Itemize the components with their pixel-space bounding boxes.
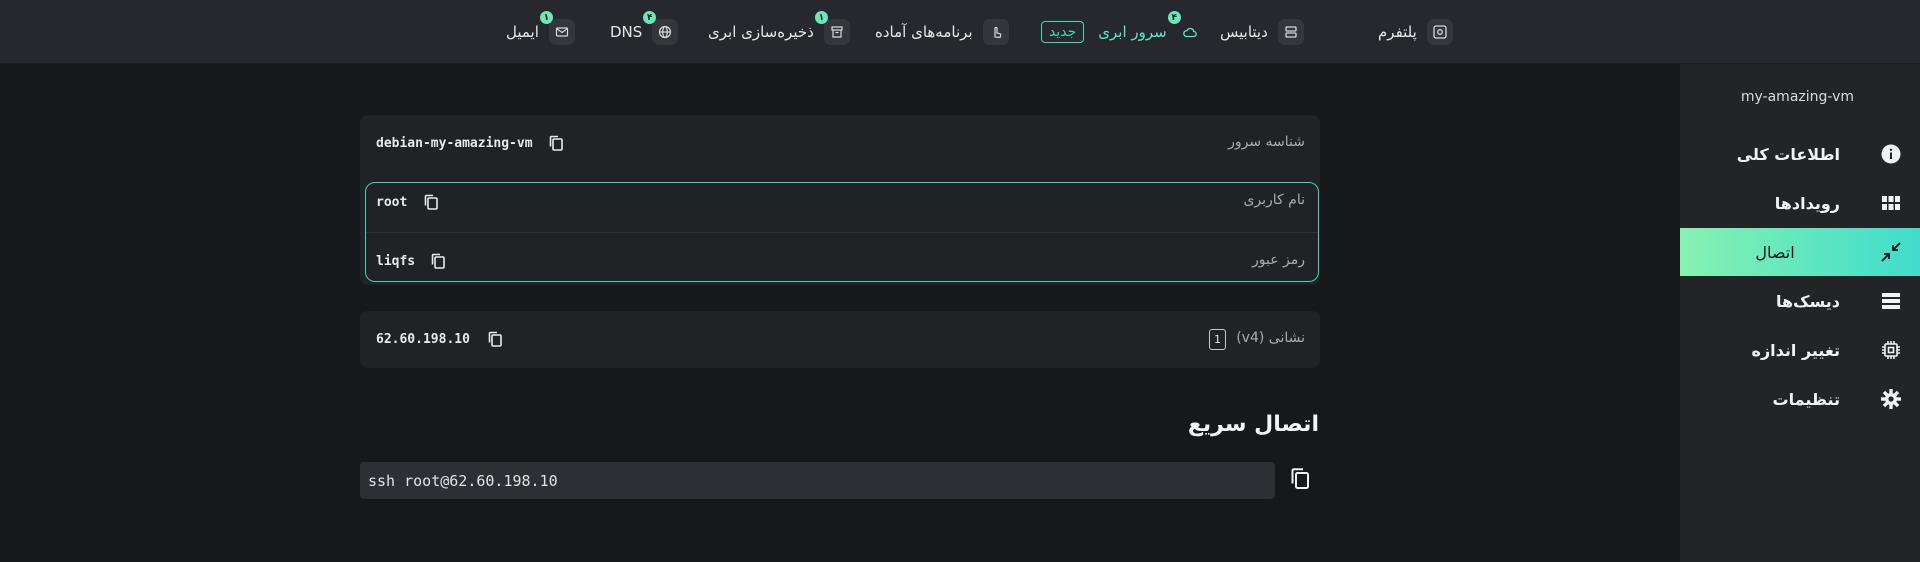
sidebar-item-disks[interactable]: دیسک‌ها [1680,277,1920,325]
nav-label: سرور ابری [1098,23,1167,41]
copy-ip-icon[interactable] [486,330,504,348]
sidebar-item-connection[interactable]: اتصال [1680,228,1920,276]
database-icon [1277,19,1304,45]
info-icon [1880,143,1902,165]
chip-icon [1880,339,1902,361]
nav-item-cloud-storage[interactable]: ۱ ذخیره‌سازی ابری [708,0,850,64]
new-tag: جدید [1041,21,1085,43]
nav-badge: ۴ [643,11,657,24]
nav-badge: ۴ [1167,11,1181,24]
nav-item-email[interactable]: ۱ ایمیل [506,0,575,64]
nav-label: ذخیره‌سازی ابری [708,23,814,41]
sidebar-item-overview[interactable]: اطلاعات کلی [1680,130,1920,178]
connect-arrows-icon [1880,241,1902,263]
nav-item-platform[interactable]: پلتفرم [1378,0,1453,64]
nav-item-ready-apps[interactable]: برنامه‌های آماده [875,0,1009,64]
platform-icon [1426,19,1453,45]
ip-value: 62.60.198.10 [376,331,470,347]
sidebar-item-events[interactable]: رویدادها [1680,179,1920,227]
copy-password-icon[interactable] [429,252,447,270]
nav-badge: ۱ [814,11,828,24]
sidebar-item-label: دیسک‌ها [1776,291,1840,311]
server-id-row: debian-my-amazing-vm [376,134,565,152]
sidebar: my-amazing-vm اطلاعات کلی رویدادها اتصال… [1680,64,1920,562]
server-id-label: شناسه سرور [1228,134,1305,150]
nav-label: برنامه‌های آماده [875,23,973,41]
quick-connect-title: اتصال سریع [1187,412,1319,437]
password-row: liqfs [376,252,447,270]
archive-icon: ۱ [814,11,850,45]
nav-item-dns[interactable]: ۴ DNS [610,0,679,64]
nav-label: ایمیل [506,23,539,41]
hand-pointer-icon [982,19,1009,45]
sidebar-item-settings[interactable]: تنظیمات [1680,375,1920,423]
copy-command-icon[interactable] [1288,466,1312,492]
password-value: liqfs [376,253,416,269]
list-icon [1880,290,1902,312]
ip-label: نشانی (v4) [1236,330,1305,346]
nav-item-cloud-server[interactable]: ۴ سرور ابری جدید [1041,0,1203,64]
grid-icon [1880,192,1902,214]
sidebar-item-label: اطلاعات کلی [1736,144,1840,164]
mail-icon: ۱ [539,11,575,45]
top-navbar: پلتفرم دیتابیس ۴ سرور ابری جدید برنامه‌ه… [0,0,1920,64]
ip-card [360,311,1320,368]
gear-icon [1880,388,1902,410]
copy-server-id-icon[interactable] [547,134,565,152]
ip-row: 62.60.198.10 [376,330,504,348]
nav-item-database[interactable]: دیتابیس [1220,0,1304,64]
username-row: root [376,193,440,211]
sidebar-item-resize[interactable]: تغییر اندازه [1680,326,1920,374]
copy-username-icon[interactable] [422,193,440,211]
nav-label: دیتابیس [1220,23,1268,41]
sidebar-item-label: تنظیمات [1772,389,1840,409]
ip-count-badge: 1 [1209,329,1226,350]
sidebar-item-label: رویدادها [1774,193,1840,213]
credentials-box [365,182,1319,282]
sidebar-item-label: اتصال [1755,242,1795,262]
divider [366,232,1318,233]
ssh-command-field[interactable]: ssh root@62.60.198.10 [360,462,1275,499]
server-id-value: debian-my-amazing-vm [376,135,533,151]
password-label: رمز عبور [1251,252,1305,268]
globe-icon: ۴ [643,11,679,45]
cloud-icon: ۴ [1167,11,1203,45]
username-value: root [376,194,408,210]
nav-badge: ۱ [539,11,553,24]
ssh-command-text: ssh root@62.60.198.10 [368,471,558,490]
vm-name: my-amazing-vm [1740,89,1854,105]
nav-label: DNS [610,23,643,41]
username-label: نام کاربری [1243,192,1305,208]
sidebar-item-label: تغییر اندازه [1751,340,1841,360]
nav-label: پلتفرم [1378,23,1417,41]
